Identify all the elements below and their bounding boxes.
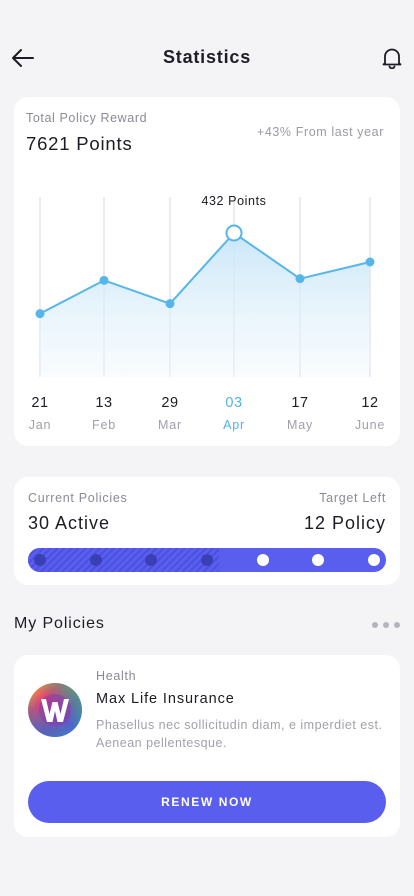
policies-card: Current Policies Target Left 30 Active 1…	[14, 477, 400, 585]
chart-day-label: 13	[95, 395, 113, 411]
chart-month-label: Mar	[158, 418, 182, 432]
progress-step-done	[34, 554, 46, 566]
reward-chart: 432 Points	[35, 194, 375, 377]
progress-step-done	[201, 554, 213, 566]
chart-point[interactable]	[99, 275, 109, 285]
insurance-description: Phasellus nec sollicitudin diam, e imper…	[96, 718, 383, 750]
more-dot	[383, 622, 389, 628]
my-policies-title: My Policies	[14, 615, 105, 632]
chart-day-label: 17	[291, 395, 309, 411]
progress-step-done	[89, 554, 102, 566]
insurance-category: Health	[96, 669, 137, 683]
reward-card: Total Policy Reward 7621 Points +43% Fro…	[14, 97, 400, 446]
renew-now-button[interactable]: RENEW NOW	[28, 781, 386, 823]
target-left-label: Target Left	[319, 491, 386, 505]
reward-value: 7621 Points	[26, 133, 133, 154]
chart-point[interactable]	[365, 257, 375, 267]
chart-month-label: May	[286, 418, 313, 432]
current-policies-value: 30 Active	[28, 513, 111, 533]
chart-point[interactable]	[295, 274, 305, 284]
bell-icon	[382, 48, 402, 69]
target-left-value: 12 Policy	[303, 513, 386, 533]
chart-day-label: 21	[31, 395, 49, 411]
insurance-logo	[28, 683, 82, 737]
more-dot	[372, 622, 378, 628]
reward-label: Total Policy Reward	[26, 111, 148, 125]
highlight-point-label: 432 Points	[201, 194, 266, 208]
insurance-card[interactable]: Health Max Life Insurance Phasellus nec …	[14, 655, 400, 837]
chart-month-label: Jan	[28, 418, 52, 432]
insurance-name: Max Life Insurance	[96, 691, 235, 707]
policy-progress-bar	[28, 548, 386, 572]
chart-day-label: 03	[225, 395, 243, 411]
chart-point[interactable]	[35, 309, 45, 319]
chart-month-label: Apr	[223, 418, 245, 432]
chart-area	[40, 233, 370, 377]
progress-step-left	[256, 554, 269, 566]
more-icon[interactable]	[372, 618, 400, 632]
chart-month-label: Feb	[92, 418, 116, 432]
current-policies-label: Current Policies	[28, 491, 128, 505]
more-dot	[394, 622, 400, 628]
chart-point-highlight[interactable]	[225, 224, 243, 242]
chart-day-label: 12	[361, 395, 379, 411]
reward-change: +43% From last year	[256, 125, 384, 139]
notifications-button[interactable]	[380, 45, 404, 71]
chart-day-label: 29	[161, 395, 179, 411]
policy-progress-fill	[28, 548, 219, 572]
header: Statistics	[0, 0, 414, 100]
page-title: Statistics	[162, 47, 252, 67]
chart-point[interactable]	[165, 299, 175, 309]
progress-step-left	[368, 554, 380, 566]
chart-month-label: June	[354, 418, 386, 432]
progress-step-left	[312, 554, 325, 566]
